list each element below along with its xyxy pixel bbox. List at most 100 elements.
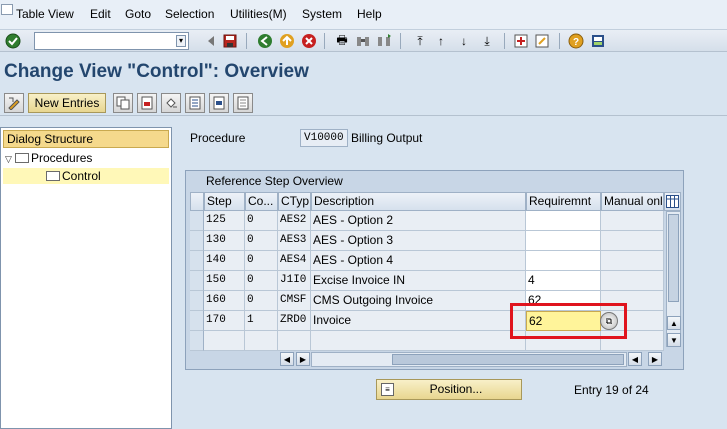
dialog-structure-panel: Dialog Structure ▽ Procedures Control	[0, 127, 172, 429]
cell-requirement[interactable]	[526, 251, 601, 271]
command-field[interactable]: ▾	[34, 32, 189, 50]
window-menu-icon[interactable]	[1, 4, 13, 15]
cell-description: Excise Invoice IN	[311, 271, 526, 291]
dialog-structure-header: Dialog Structure	[3, 130, 169, 148]
next-page-icon[interactable]: ↓	[455, 32, 473, 50]
tree-item-control[interactable]: Control	[3, 168, 169, 184]
find-icon[interactable]	[354, 32, 372, 50]
back-icon[interactable]	[256, 32, 274, 50]
menu-selection[interactable]: Selection	[165, 7, 214, 21]
scroll-right-icon-2[interactable]: ▶	[648, 352, 662, 366]
display-change-icon[interactable]	[4, 93, 24, 113]
scroll-right-icon[interactable]: ▶	[296, 352, 310, 366]
row-selector[interactable]	[190, 251, 204, 271]
column-header-counter[interactable]: Co...	[245, 192, 278, 211]
copy-as-icon[interactable]	[113, 93, 133, 113]
title-bar: Change View "Control": Overview	[0, 53, 727, 90]
save-icon[interactable]	[221, 32, 239, 50]
page-title: Change View "Control": Overview	[4, 61, 309, 82]
column-header-manual-only[interactable]: Manual onl	[601, 192, 664, 211]
select-all-rows-header[interactable]	[190, 192, 204, 211]
row-selector[interactable]	[190, 211, 204, 231]
cell-description: AES - Option 3	[311, 231, 526, 251]
horizontal-scrollbar[interactable]	[311, 352, 627, 367]
highlight-annotation	[510, 303, 627, 339]
back-arrow-icon[interactable]	[202, 32, 220, 50]
cell-description: AES - Option 4	[311, 251, 526, 271]
collapse-icon[interactable]: ▽	[5, 151, 15, 167]
scroll-left-icon[interactable]: ◀	[280, 352, 294, 366]
menu-goto[interactable]: Goto	[125, 7, 151, 21]
cell-ctyp: ZRD0	[278, 311, 311, 331]
command-input[interactable]	[35, 34, 173, 50]
menu-system[interactable]: System	[302, 7, 342, 21]
cancel-icon[interactable]	[300, 32, 318, 50]
undo-change-icon[interactable]	[161, 93, 181, 113]
menu-bar: Table View Edit Goto Selection Utilities…	[0, 0, 727, 30]
cell-description: CMS Outgoing Invoice	[311, 291, 526, 311]
application-toolbar: New Entries	[0, 90, 727, 116]
horizontal-scroll-thumb[interactable]	[392, 354, 624, 365]
first-page-icon[interactable]: ⤒	[411, 32, 429, 50]
help-icon[interactable]: ?	[567, 32, 585, 50]
row-selector[interactable]	[190, 271, 204, 291]
menu-edit[interactable]: Edit	[90, 7, 111, 21]
cell-ctyp: AES4	[278, 251, 311, 271]
row-selector[interactable]	[190, 231, 204, 251]
deselect-all-icon[interactable]	[233, 93, 253, 113]
position-button[interactable]: ≡ Position...	[376, 379, 522, 400]
row-selector[interactable]	[190, 331, 204, 351]
column-header-requirement[interactable]: Requiremnt	[526, 192, 601, 211]
cell-description: AES - Option 2	[311, 211, 526, 231]
table-title: Reference Step Overview	[206, 174, 343, 188]
cell-ctyp: J1I0	[278, 271, 311, 291]
command-history-icon[interactable]: ▾	[176, 35, 186, 47]
create-shortcut-icon[interactable]	[533, 32, 551, 50]
cell-step: 140	[204, 251, 245, 271]
cell-manual-only	[601, 271, 664, 291]
exit-icon[interactable]	[278, 32, 296, 50]
cell-manual-only	[601, 231, 664, 251]
delete-icon[interactable]	[137, 93, 157, 113]
scroll-down-icon[interactable]: ▼	[667, 333, 681, 347]
column-header-step[interactable]: Step	[204, 192, 245, 211]
cell-requirement[interactable]: 4	[526, 271, 601, 291]
cell-description	[311, 331, 526, 351]
menu-table-view[interactable]: Table View	[16, 7, 74, 21]
table-settings-icon[interactable]	[664, 192, 681, 211]
cell-requirement[interactable]	[526, 231, 601, 251]
select-all-icon[interactable]	[185, 93, 205, 113]
check-icon[interactable]	[4, 32, 22, 50]
print-icon[interactable]: 🖶	[333, 32, 351, 50]
tree-item-procedures[interactable]: ▽ Procedures	[5, 150, 92, 167]
layout-icon[interactable]	[512, 32, 530, 50]
cell-description: Invoice	[311, 311, 526, 331]
tree-item-label: Control	[62, 169, 101, 183]
cell-requirement[interactable]	[526, 211, 601, 231]
menu-help[interactable]: Help	[357, 7, 382, 21]
prev-page-icon[interactable]: ↑	[432, 32, 450, 50]
cell-counter: 0	[245, 251, 278, 271]
find-next-icon[interactable]	[375, 32, 393, 50]
row-selector[interactable]	[190, 311, 204, 331]
cell-step: 130	[204, 231, 245, 251]
menu-utilities[interactable]: Utilities(M)	[230, 7, 287, 21]
tree-item-label: Procedures	[31, 151, 93, 165]
cell-step: 170	[204, 311, 245, 331]
select-block-icon[interactable]	[209, 93, 229, 113]
last-page-icon[interactable]: ⤓	[478, 32, 496, 50]
scroll-up-icon[interactable]: ▲	[667, 316, 681, 330]
scroll-left-icon-2[interactable]: ◀	[628, 352, 642, 366]
new-entries-button[interactable]: New Entries	[28, 93, 106, 113]
vertical-scroll-thumb[interactable]	[668, 214, 679, 302]
cell-counter: 0	[245, 271, 278, 291]
cell-step: 150	[204, 271, 245, 291]
procedure-value: V10000	[300, 129, 348, 147]
customize-icon[interactable]	[589, 32, 607, 50]
row-selector[interactable]	[190, 291, 204, 311]
position-icon: ≡	[381, 383, 394, 396]
cell-counter	[245, 331, 278, 351]
cell-counter: 0	[245, 291, 278, 311]
column-header-description[interactable]: Description	[311, 192, 526, 211]
column-header-ctyp[interactable]: CTyp	[278, 192, 311, 211]
